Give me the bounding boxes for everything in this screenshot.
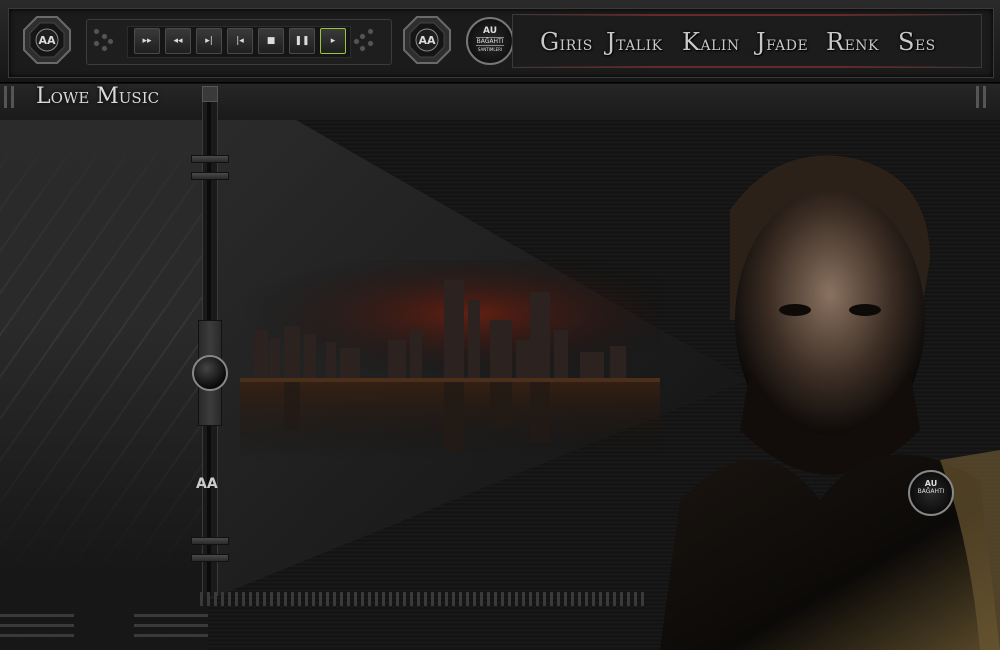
brand-logo[interactable]: AU BAĞAHTI SANTIMLERI — [466, 17, 514, 65]
watermark-seal: AU BAĞAHTI — [908, 470, 954, 516]
nav-item-jtalik[interactable]: Jtalik — [606, 28, 663, 56]
previous-track-button[interactable]: |◂ — [227, 28, 253, 54]
left-panel-shade — [0, 120, 208, 650]
fast-forward-button[interactable]: ▸▸ — [134, 28, 160, 54]
site-title: Lowe Music — [36, 84, 160, 109]
city-skyline-image — [240, 260, 660, 460]
badge-label: AA — [38, 34, 56, 47]
nav-item-renk[interactable]: Renk — [826, 28, 879, 56]
nav-item-ses[interactable]: Ses — [898, 28, 936, 56]
bearded-man-portrait — [660, 155, 1000, 650]
nav-accent-bottom — [513, 66, 981, 67]
seal-line1: AU — [924, 479, 938, 488]
nav-item-jfade[interactable]: Jfade — [756, 28, 808, 56]
logo-line2: BAĞAHTI — [476, 37, 504, 46]
nav-item-giris[interactable]: Giris — [540, 28, 593, 56]
nav-accent-top — [513, 15, 981, 16]
next-track-button[interactable]: ▸| — [196, 28, 222, 54]
logo-line1: AU — [483, 26, 497, 36]
slider-badge: AA — [196, 476, 218, 492]
badge-label: AA — [418, 34, 436, 47]
slider-knob[interactable] — [192, 355, 228, 391]
grip-handle-left[interactable] — [4, 86, 16, 108]
grip-handle-right[interactable] — [976, 86, 988, 108]
stripes-decor-left — [0, 612, 74, 642]
left-panel — [0, 120, 208, 650]
slider-bracket — [191, 537, 229, 545]
logo-line3: SANTIMLERI — [477, 47, 503, 52]
seal-line2: BAĞAHTI — [917, 488, 945, 495]
slider-cap — [202, 86, 218, 102]
stop-button[interactable]: ■ — [258, 28, 284, 54]
decor-dots-left — [93, 28, 115, 56]
stripes-decor-right — [134, 612, 208, 642]
tick-ruler — [200, 592, 646, 606]
nav-item-kalin[interactable]: Kalin — [682, 28, 740, 56]
pause-button[interactable]: ❚❚ — [289, 28, 315, 54]
aa-badge-left[interactable]: AA — [22, 15, 72, 65]
play-button[interactable]: ▸ — [320, 28, 346, 54]
slider-bracket — [191, 554, 229, 562]
aa-badge-right[interactable]: AA — [402, 15, 452, 65]
rewind-button[interactable]: ◂◂ — [165, 28, 191, 54]
octagon-badge-icon: AA — [23, 16, 71, 64]
slider-bracket — [191, 155, 229, 163]
slider-bracket — [191, 172, 229, 180]
octagon-badge-icon: AA — [403, 16, 451, 64]
decor-dots-right — [353, 28, 375, 56]
